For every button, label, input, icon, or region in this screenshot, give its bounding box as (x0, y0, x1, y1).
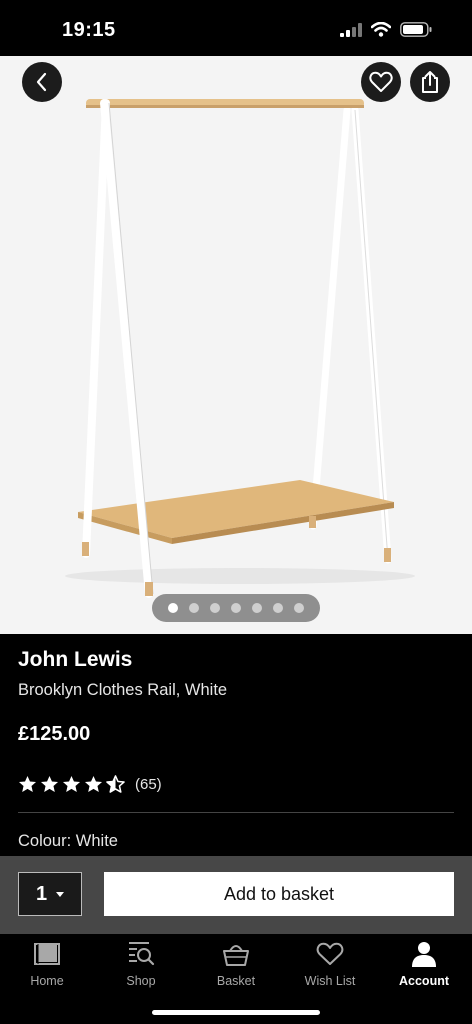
share-icon (422, 71, 438, 93)
product-brand[interactable]: John Lewis (18, 648, 132, 672)
home-icon (34, 943, 60, 965)
product-price: £125.00 (18, 723, 91, 745)
quantity-value: 1 (35, 882, 48, 905)
star-icon (84, 775, 103, 793)
status-time: 19:15 (62, 19, 116, 41)
tab-label: Basket (216, 974, 256, 988)
star-half-icon (106, 775, 125, 793)
pager-dot[interactable] (168, 603, 178, 613)
image-pager[interactable] (152, 594, 320, 622)
tab-label: Account (399, 974, 449, 988)
product-image-gallery[interactable] (0, 56, 472, 634)
heart-icon (316, 942, 344, 965)
tab-label: Wish List (304, 974, 356, 988)
status-icons (340, 22, 432, 37)
chevron-down-icon (56, 891, 65, 897)
star-icon (62, 775, 81, 793)
account-icon (412, 942, 436, 967)
tab-label: Home (30, 974, 64, 988)
back-button[interactable] (22, 62, 62, 102)
star-icon (40, 775, 59, 793)
basket-icon (223, 945, 249, 966)
chevron-left-icon (36, 72, 47, 92)
pager-dot[interactable] (189, 603, 199, 613)
heart-icon (369, 71, 393, 92)
status-bar: 19:15 (0, 0, 472, 56)
product-info: John Lewis Brooklyn Clothes Rail, White … (0, 634, 472, 856)
quantity-select[interactable]: 1 (18, 872, 82, 916)
pager-dot[interactable] (231, 603, 241, 613)
tab-account[interactable]: Account (377, 938, 471, 994)
share-button[interactable] (410, 62, 450, 102)
tab-shop[interactable]: Shop (94, 938, 188, 994)
wifi-icon (371, 22, 391, 37)
divider (18, 812, 454, 813)
tab-wish-list[interactable]: Wish List (283, 938, 377, 994)
product-image (65, 99, 415, 598)
rating-stars (18, 775, 125, 793)
home-indicator (152, 1010, 320, 1015)
tab-basket[interactable]: Basket (189, 938, 283, 994)
purchase-bar: 1 Add to basket (0, 856, 472, 934)
review-count: (65) (135, 775, 162, 793)
pager-dot[interactable] (252, 603, 262, 613)
pager-dot[interactable] (294, 603, 304, 613)
star-icon (18, 775, 37, 793)
add-to-basket-button[interactable]: Add to basket (104, 872, 454, 916)
tab-label: Shop (126, 974, 156, 988)
add-to-wishlist-button[interactable] (361, 62, 401, 102)
battery-icon (400, 22, 432, 37)
tab-home[interactable]: Home (0, 938, 94, 994)
pager-dot[interactable] (210, 603, 220, 613)
shop-search-icon (129, 942, 155, 966)
product-rating[interactable]: (65) (18, 775, 162, 793)
signal-icon (340, 22, 362, 37)
pager-dot[interactable] (273, 603, 283, 613)
product-title: Brooklyn Clothes Rail, White (18, 681, 228, 699)
colour-selector[interactable]: Colour: White (18, 832, 118, 851)
